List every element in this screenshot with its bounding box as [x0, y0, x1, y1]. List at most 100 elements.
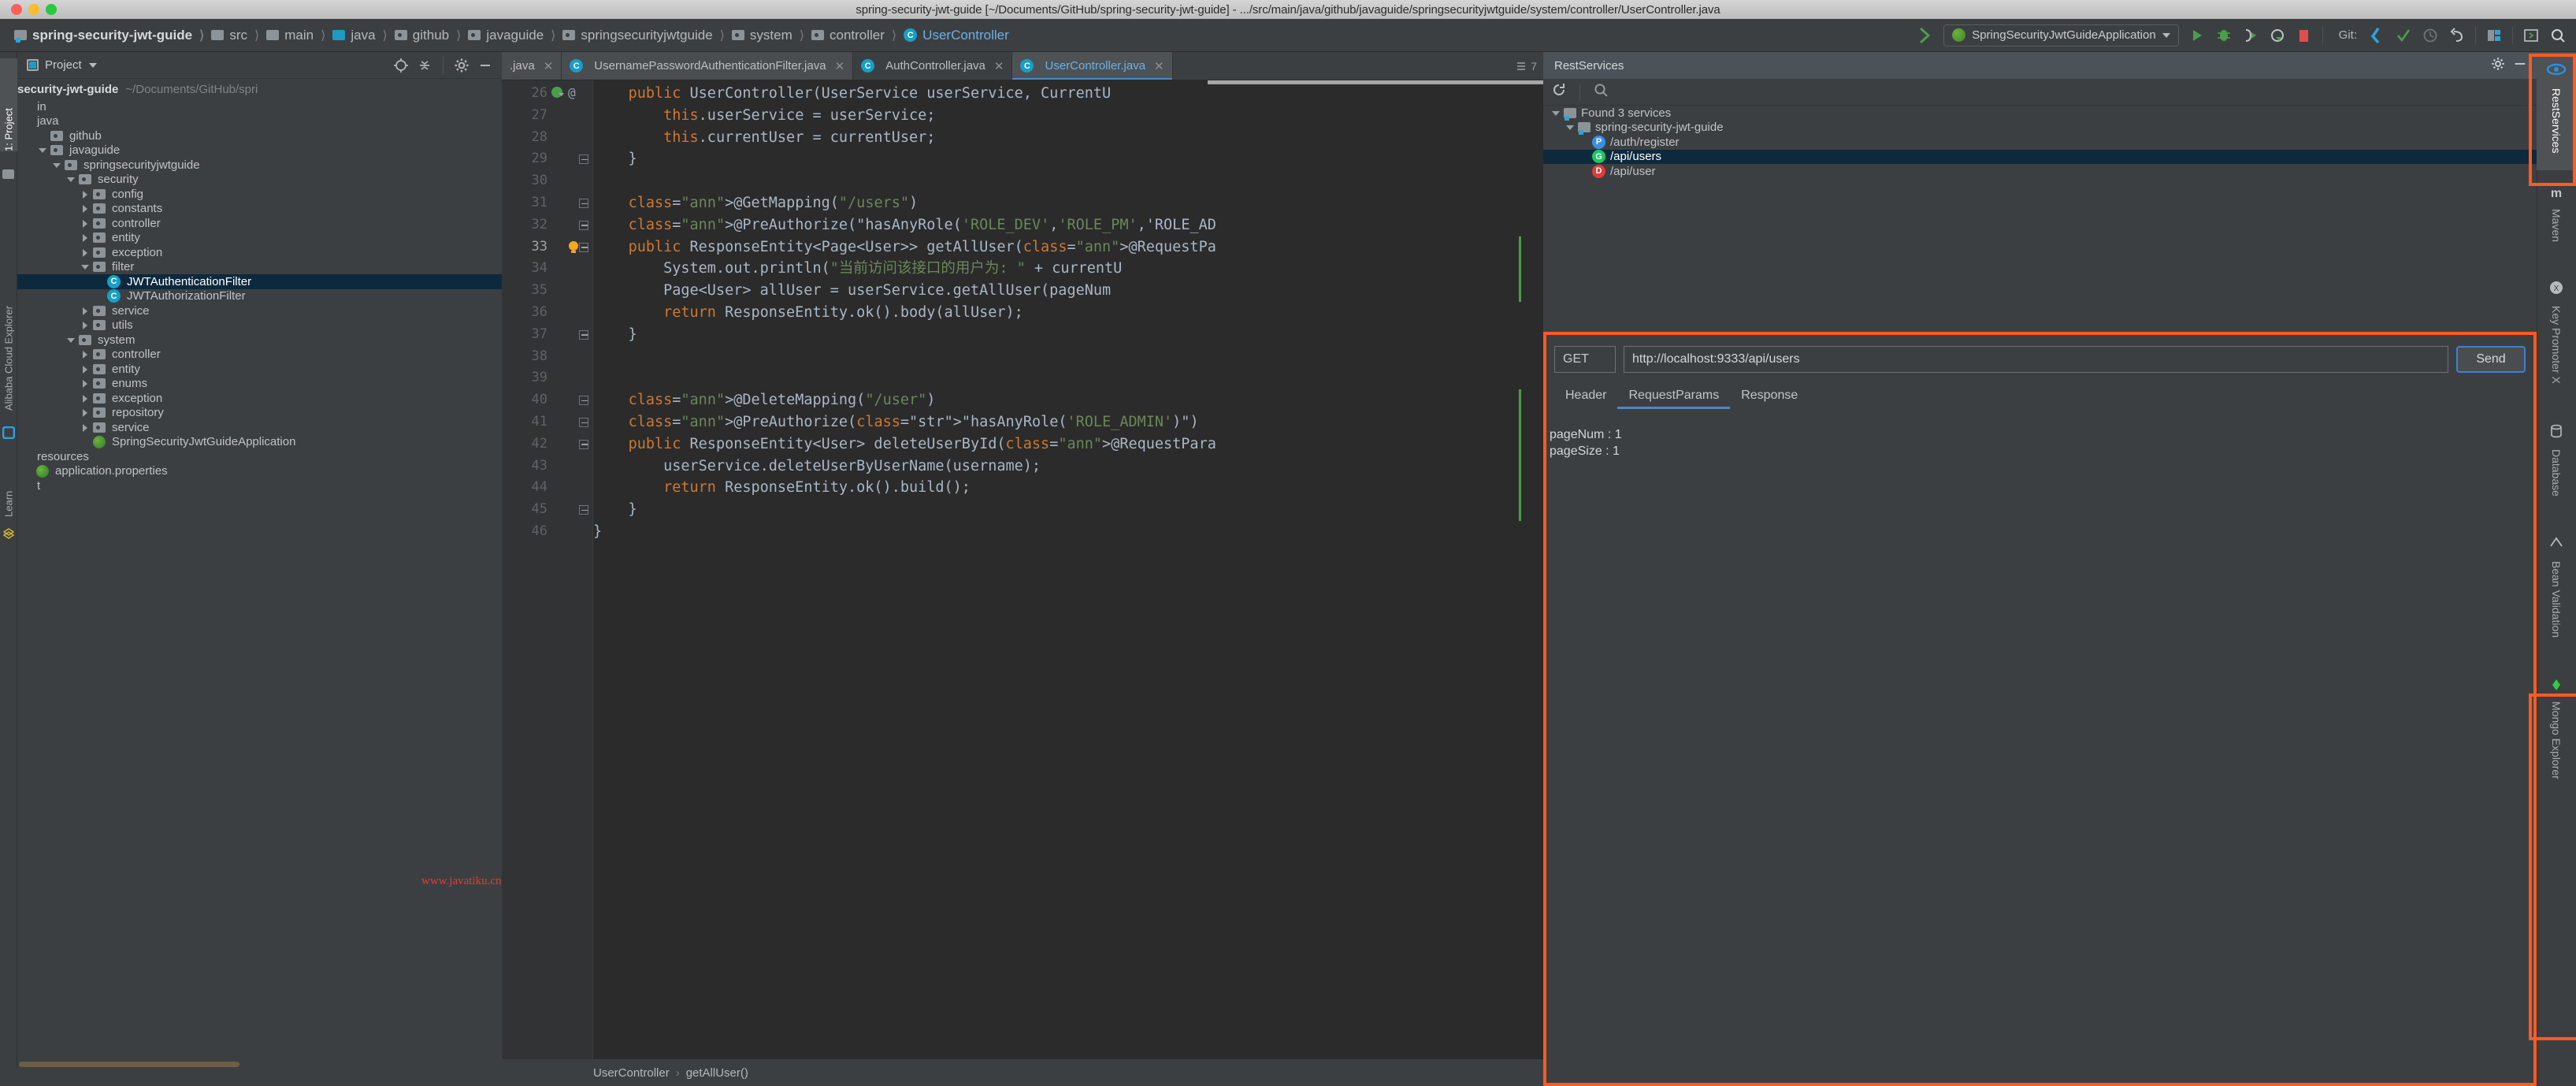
rest-tree-item[interactable]: D/api/user: [1543, 164, 2537, 179]
code-line[interactable]: this.userService = userService;: [593, 105, 1543, 127]
close-icon[interactable]: ✕: [994, 59, 1004, 73]
code-line[interactable]: public UserController(UserService userSe…: [593, 83, 1543, 105]
code-line[interactable]: class="ann">@PreAuthorize(class="str">"h…: [593, 411, 1543, 433]
tree-item[interactable]: controller: [17, 216, 502, 231]
fold-marker-icon[interactable]: [579, 243, 588, 252]
close-icon[interactable]: ✕: [544, 59, 554, 73]
tree-item[interactable]: entity: [17, 231, 502, 246]
chevron-down-icon[interactable]: [80, 262, 91, 272]
tree-item[interactable]: filter: [17, 260, 502, 275]
close-icon[interactable]: ✕: [835, 59, 845, 73]
chevron-down-icon[interactable]: [89, 63, 97, 68]
run-icon[interactable]: [2184, 22, 2210, 49]
tree-item[interactable]: service: [17, 303, 502, 318]
code-line[interactable]: [593, 170, 1543, 192]
chevron-right-icon[interactable]: [80, 364, 91, 374]
tab-usercontroller[interactable]: C UserController.java ✕: [1012, 52, 1172, 80]
chevron-right-icon[interactable]: [80, 349, 91, 359]
code-line[interactable]: this.currentUser = currentUser;: [593, 127, 1543, 149]
tab-header[interactable]: Header: [1554, 389, 1617, 409]
tree-item[interactable]: exception: [17, 391, 502, 406]
sidebar-item-key-promoter-x[interactable]: X Key Promoter X: [2537, 271, 2576, 409]
tree-item[interactable]: system: [17, 333, 502, 348]
tree-item[interactable]: javaguide: [17, 143, 502, 158]
chevron-right-icon[interactable]: [80, 393, 91, 404]
tree-item[interactable]: entity: [17, 362, 502, 377]
bottom-breadcrumb-method[interactable]: getAllUser(): [686, 1066, 748, 1080]
chevron-right-icon[interactable]: [80, 306, 91, 316]
rest-tree-item[interactable]: Found 3 services: [1543, 106, 2537, 121]
tree-item[interactable]: CJWTAuthorizationFilter: [17, 289, 502, 304]
project-horizontal-scrollbar[interactable]: [17, 1059, 502, 1069]
tree-item[interactable]: CJWTAuthenticationFilter: [17, 274, 502, 289]
chevron-right-icon[interactable]: [80, 378, 91, 389]
project-tree[interactable]: injavagithubjavaguidespringsecurityjwtgu…: [17, 99, 502, 1058]
breadcrumb-item-src[interactable]: src ⟩: [211, 28, 266, 43]
project-root-row[interactable]: security-jwt-guide ~/Documents/GitHub/sp…: [17, 79, 502, 99]
chevron-down-icon[interactable]: [66, 335, 76, 345]
chevron-right-icon[interactable]: [80, 247, 91, 258]
chevron-down-icon[interactable]: [38, 145, 48, 155]
minimize-icon[interactable]: [2513, 57, 2527, 75]
request-params-editor[interactable]: pageNum : 1 pageSize : 1: [1546, 422, 2533, 1083]
code-line[interactable]: class="ann">@DeleteMapping("/user"): [593, 389, 1543, 411]
fold-marker-icon[interactable]: [579, 199, 588, 208]
tree-item[interactable]: security: [17, 173, 502, 188]
code-line[interactable]: public ResponseEntity<Page<User>> getAll…: [593, 236, 1543, 258]
sidebar-item-mongo-explorer[interactable]: Mongo Explorer: [2537, 670, 2576, 816]
tab-authcontroller[interactable]: C AuthController.java ✕: [853, 52, 1012, 80]
chevron-down-icon[interactable]: [1551, 108, 1561, 118]
sidebar-item-restservices[interactable]: RestServices: [2537, 52, 2576, 170]
tree-item[interactable]: resources: [17, 449, 502, 464]
tree-item[interactable]: SpringSecurityJwtGuideApplication: [17, 435, 502, 450]
code-line[interactable]: Page<User> allUser = userService.getAllU…: [593, 280, 1543, 302]
breadcrumb-item-system[interactable]: system ⟩: [732, 28, 811, 43]
tree-item[interactable]: t: [17, 478, 502, 493]
tab-usernamepasswordauthenticationfilter[interactable]: C UsernamePasswordAuthenticationFilter.j…: [562, 52, 853, 80]
fold-marker-icon[interactable]: [579, 396, 588, 405]
fold-marker-icon[interactable]: [579, 221, 588, 230]
breadcrumb-item-java[interactable]: java ⟩: [332, 28, 394, 43]
chevron-right-icon[interactable]: [80, 407, 91, 418]
tree-item[interactable]: github: [17, 128, 502, 143]
rest-services-tree[interactable]: Found 3 servicesspring-security-jwt-guid…: [1543, 106, 2537, 322]
chevron-down-icon[interactable]: [52, 160, 62, 170]
chevron-down-icon[interactable]: [66, 174, 76, 184]
code-line[interactable]: }: [593, 324, 1543, 346]
fold-marker-icon[interactable]: [579, 330, 588, 340]
chevron-right-icon[interactable]: [80, 320, 91, 330]
project-structure-icon[interactable]: [2481, 22, 2507, 49]
rest-tree-item[interactable]: spring-security-jwt-guide: [1543, 121, 2537, 136]
tab-clipped[interactable]: .java ✕: [502, 52, 562, 80]
collapse-all-icon[interactable]: [414, 55, 435, 76]
request-url-input[interactable]: http://localhost:9333/api/users: [1624, 346, 2448, 373]
tab-requestparams[interactable]: RequestParams: [1617, 389, 1730, 409]
breadcrumb-item-usercontroller[interactable]: C UserController: [904, 28, 1009, 43]
tree-item[interactable]: exception: [17, 245, 502, 260]
code-line[interactable]: userService.deleteUserByUserName(usernam…: [593, 456, 1543, 478]
code-content[interactable]: public UserController(UserService userSe…: [593, 80, 1543, 1086]
code-line[interactable]: class="ann">@PreAuthorize("hasAnyRole('R…: [593, 214, 1543, 236]
tree-item[interactable]: application.properties: [17, 464, 502, 479]
minimize-icon[interactable]: [475, 55, 496, 76]
fold-marker-icon[interactable]: [579, 154, 588, 164]
rest-tree-item[interactable]: P/auth/register: [1543, 135, 2537, 150]
tree-item[interactable]: config: [17, 187, 502, 202]
rollback-icon[interactable]: [2444, 22, 2470, 49]
gear-icon[interactable]: [2491, 57, 2505, 75]
run-with-coverage-icon[interactable]: [2237, 22, 2264, 49]
bottom-breadcrumb-class[interactable]: UserController: [593, 1066, 670, 1080]
build-icon[interactable]: [1912, 22, 1939, 49]
chevron-right-icon[interactable]: [80, 203, 91, 214]
code-line[interactable]: return ResponseEntity.ok().build();: [593, 477, 1543, 499]
locate-icon[interactable]: [391, 55, 411, 76]
code-line[interactable]: [593, 367, 1543, 389]
sidebar-item-database[interactable]: Database: [2537, 415, 2576, 521]
chevron-down-icon[interactable]: [1565, 122, 1576, 132]
breadcrumb-item-main[interactable]: main ⟩: [266, 28, 332, 43]
sidebar-item-bean-validation[interactable]: Bean Validation: [2537, 526, 2576, 664]
chevron-right-icon[interactable]: [80, 422, 91, 433]
debug-icon[interactable]: [2210, 22, 2237, 49]
sidebar-item-project[interactable]: 1: Project: [0, 58, 17, 151]
fold-marker-icon[interactable]: [579, 505, 588, 515]
